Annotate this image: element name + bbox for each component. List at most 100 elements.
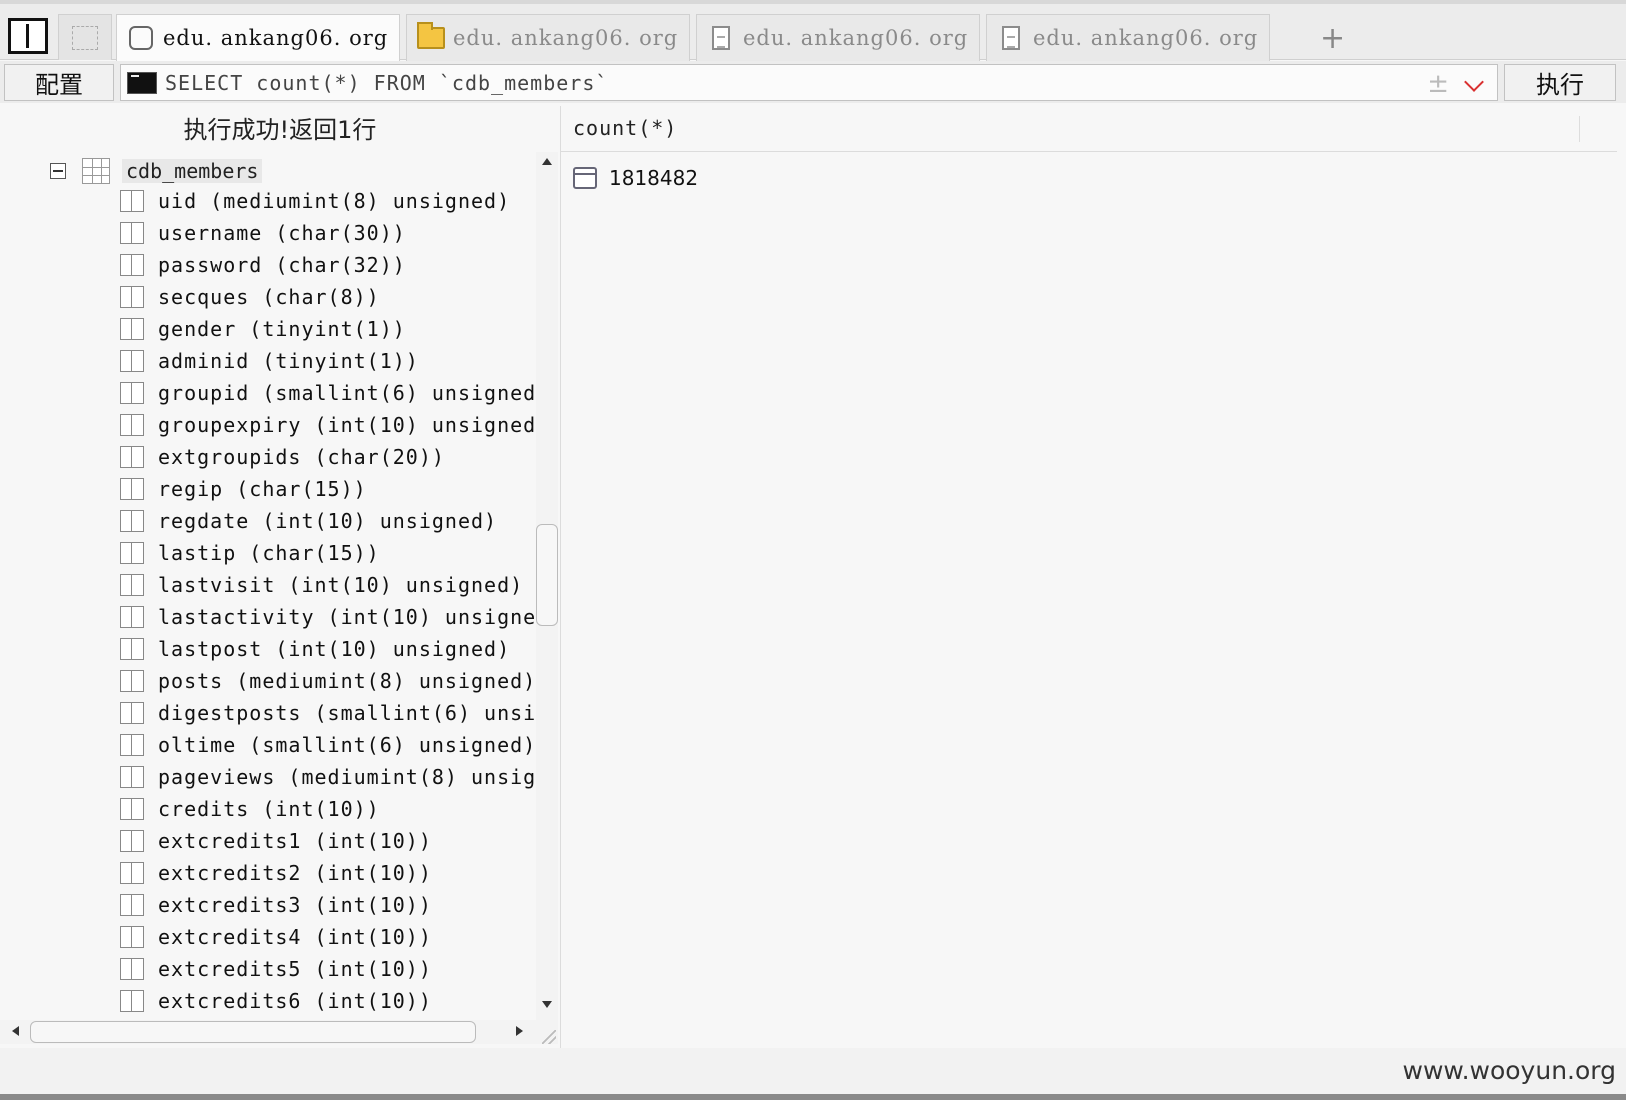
column-icon <box>120 702 144 724</box>
tree-column-item[interactable]: extcredits3 (int(10)) <box>120 889 536 921</box>
scroll-down-icon[interactable] <box>542 1001 552 1008</box>
tree-column-item[interactable]: lastip (char(15)) <box>120 537 536 569</box>
plus-minus-icon[interactable]: ± <box>1427 69 1449 99</box>
column-label: secques (char(8)) <box>158 285 380 309</box>
column-icon <box>120 894 144 916</box>
result-column-header[interactable]: count(*) <box>573 116 677 140</box>
tree-column-item[interactable]: extcredits4 (int(10)) <box>120 921 536 953</box>
column-icon <box>120 766 144 788</box>
tree-column-item[interactable]: password (char(32)) <box>120 249 536 281</box>
tree-column-item[interactable]: secques (char(8)) <box>120 281 536 313</box>
column-label: posts (mediumint(8) unsigned) <box>158 669 536 693</box>
tree-column-item[interactable]: extgroupids (char(20)) <box>120 441 536 473</box>
column-icon <box>120 446 144 468</box>
column-icon <box>120 926 144 948</box>
column-label: lastactivity (int(10) unsigned) <box>158 605 536 629</box>
tree-table-node[interactable]: cdb_members <box>50 156 263 186</box>
query-toolbar: 配置 SELECT count(*) FROM `cdb_members` ± … <box>0 61 1626 103</box>
tree-column-item[interactable]: extcredits6 (int(10)) <box>120 985 536 1017</box>
column-label: extcredits3 (int(10)) <box>158 893 432 917</box>
column-icon <box>120 958 144 980</box>
column-label: extcredits5 (int(10)) <box>158 957 432 981</box>
column-label: extgroupids (char(20)) <box>158 445 445 469</box>
column-icon <box>120 574 144 596</box>
column-label: oltime (smallint(6) unsigned) <box>158 733 536 757</box>
scroll-right-icon[interactable] <box>516 1026 523 1036</box>
folder-icon <box>417 22 445 49</box>
tab-blank[interactable] <box>58 14 112 60</box>
result-grid-header: count(*) <box>561 110 1617 152</box>
column-label: pageviews (mediumint(8) unsigne <box>158 765 536 789</box>
tab-document-1[interactable]: edu. ankang06. org <box>696 14 980 61</box>
tree-horizontal-scrollbar[interactable] <box>0 1020 558 1044</box>
new-tab-button[interactable]: + <box>1320 24 1345 54</box>
column-label: adminid (tinyint(1)) <box>158 349 419 373</box>
scroll-thumb[interactable] <box>30 1021 476 1043</box>
scroll-thumb[interactable] <box>536 524 558 626</box>
tree-column-item[interactable]: regdate (int(10) unsigned) <box>120 505 536 537</box>
column-icon <box>120 638 144 660</box>
column-icon <box>120 830 144 852</box>
column-label: regip (char(15)) <box>158 477 367 501</box>
table-icon <box>82 158 110 184</box>
panel-divider[interactable] <box>560 106 561 1048</box>
tab-label: edu. ankang06. org <box>163 26 389 50</box>
column-separator[interactable] <box>1579 116 1580 142</box>
config-button[interactable]: 配置 <box>4 64 114 101</box>
table-name: cdb_members <box>122 159 263 183</box>
column-label: lastpost (int(10) unsigned) <box>158 637 511 661</box>
tree-column-item[interactable]: digestposts (smallint(6) unsign <box>120 697 536 729</box>
column-icon <box>120 542 144 564</box>
column-label: extcredits6 (int(10)) <box>158 989 432 1013</box>
column-icon <box>120 286 144 308</box>
tree-column-item[interactable]: posts (mediumint(8) unsigned) <box>120 665 536 697</box>
window-bottom-border <box>0 1094 1626 1100</box>
column-label: lastvisit (int(10) unsigned) <box>158 573 524 597</box>
sql-query-input[interactable]: SELECT count(*) FROM `cdb_members` ± <box>120 64 1498 101</box>
column-label: username (char(30)) <box>158 221 406 245</box>
chevron-down-icon[interactable] <box>1464 72 1484 92</box>
column-label: regdate (int(10) unsigned) <box>158 509 498 533</box>
column-icon <box>120 670 144 692</box>
tree-column-item[interactable]: extcredits1 (int(10)) <box>120 825 536 857</box>
tree-column-item[interactable]: credits (int(10)) <box>120 793 536 825</box>
scroll-left-icon[interactable] <box>12 1026 19 1036</box>
blank-tab-icon <box>72 25 98 50</box>
tree-column-item[interactable]: lastpost (int(10) unsigned) <box>120 633 536 665</box>
scroll-up-icon[interactable] <box>542 158 552 165</box>
tree-vertical-scrollbar[interactable] <box>536 152 558 1020</box>
column-icon <box>120 222 144 244</box>
tree-column-item[interactable]: groupexpiry (int(10) unsigned) <box>120 409 536 441</box>
tree-column-item[interactable]: adminid (tinyint(1)) <box>120 345 536 377</box>
tab-document-2[interactable]: edu. ankang06. org <box>986 14 1270 61</box>
database-icon <box>129 26 153 50</box>
tab-database[interactable]: edu. ankang06. org <box>116 14 400 61</box>
tree-column-item[interactable]: username (char(30)) <box>120 217 536 249</box>
tree-column-item[interactable]: oltime (smallint(6) unsigned) <box>120 729 536 761</box>
collapse-icon[interactable] <box>50 163 66 179</box>
execute-button[interactable]: 执行 <box>1504 64 1616 101</box>
column-label: password (char(32)) <box>158 253 406 277</box>
tree-column-item[interactable]: gender (tinyint(1)) <box>120 313 536 345</box>
column-label: extcredits4 (int(10)) <box>158 925 432 949</box>
result-cell[interactable]: 1818482 <box>609 166 698 190</box>
tab-filemanager[interactable]: edu. ankang06. org <box>406 14 690 61</box>
column-icon <box>120 606 144 628</box>
tree-column-item[interactable]: groupid (smallint(6) unsigned) <box>120 377 536 409</box>
status-strip <box>0 1048 1626 1094</box>
column-icon <box>120 414 144 436</box>
tree-column-item[interactable]: lastactivity (int(10) unsigned) <box>120 601 536 633</box>
tree-column-item[interactable]: uid (mediumint(8) unsigned) <box>120 185 536 217</box>
resize-grip-icon[interactable] <box>542 1030 556 1044</box>
tree-column-item[interactable]: regip (char(15)) <box>120 473 536 505</box>
sidebar-toggle-icon[interactable] <box>8 18 48 54</box>
tree-column-item[interactable]: lastvisit (int(10) unsigned) <box>120 569 536 601</box>
tree-column-item[interactable]: pageviews (mediumint(8) unsigne <box>120 761 536 793</box>
tree-column-item[interactable]: extcredits5 (int(10)) <box>120 953 536 985</box>
column-icon <box>120 350 144 372</box>
result-row[interactable]: 1818482 <box>561 160 1617 196</box>
column-icon <box>120 990 144 1012</box>
tree-column-item[interactable]: extcredits2 (int(10)) <box>120 857 536 889</box>
column-label: lastip (char(15)) <box>158 541 380 565</box>
terminal-icon <box>127 71 157 94</box>
